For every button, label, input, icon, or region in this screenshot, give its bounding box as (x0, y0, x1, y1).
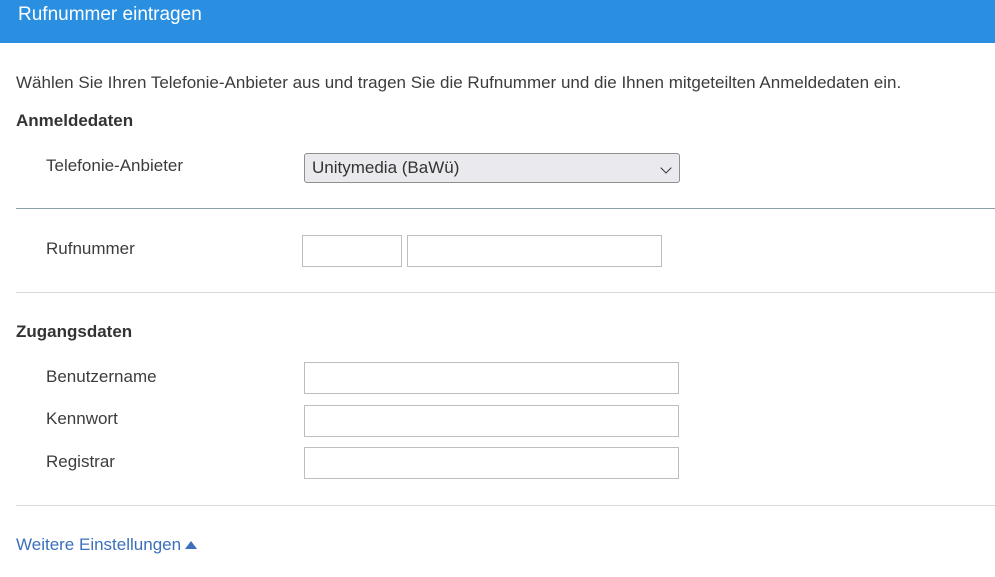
section-divider (16, 292, 995, 293)
username-input[interactable] (304, 362, 679, 394)
rufnummer-label: Rufnummer (46, 239, 135, 258)
chevron-down-icon (660, 162, 672, 174)
section-title-anmeldedaten: Anmeldedaten (16, 111, 134, 130)
intro-text: Wählen Sie Ihren Telefonie-Anbieter aus … (16, 73, 902, 92)
more-settings-link[interactable]: Weitere Einstellungen (16, 535, 198, 555)
rufnummer-prefix-input[interactable] (302, 235, 402, 267)
provider-select-value: Unitymedia (BaWü) (312, 158, 460, 177)
provider-select[interactable]: Unitymedia (BaWü) (304, 153, 680, 183)
more-settings-label: Weitere Einstellungen (16, 535, 182, 554)
registrar-input[interactable] (304, 447, 679, 479)
password-input[interactable] (304, 405, 679, 437)
username-label: Benutzername (46, 367, 157, 386)
page-title: Rufnummer eintragen (18, 4, 202, 25)
section-title-zugangsdaten: Zugangsdaten (16, 322, 133, 341)
section-divider (16, 208, 995, 209)
section-divider (16, 505, 995, 506)
registrar-label: Registrar (46, 452, 115, 471)
triangle-up-icon (185, 541, 198, 549)
page-header: Rufnummer eintragen (0, 0, 995, 43)
provider-label: Telefonie-Anbieter (46, 156, 184, 175)
rufnummer-number-input[interactable] (407, 235, 662, 267)
password-label: Kennwort (46, 409, 118, 428)
